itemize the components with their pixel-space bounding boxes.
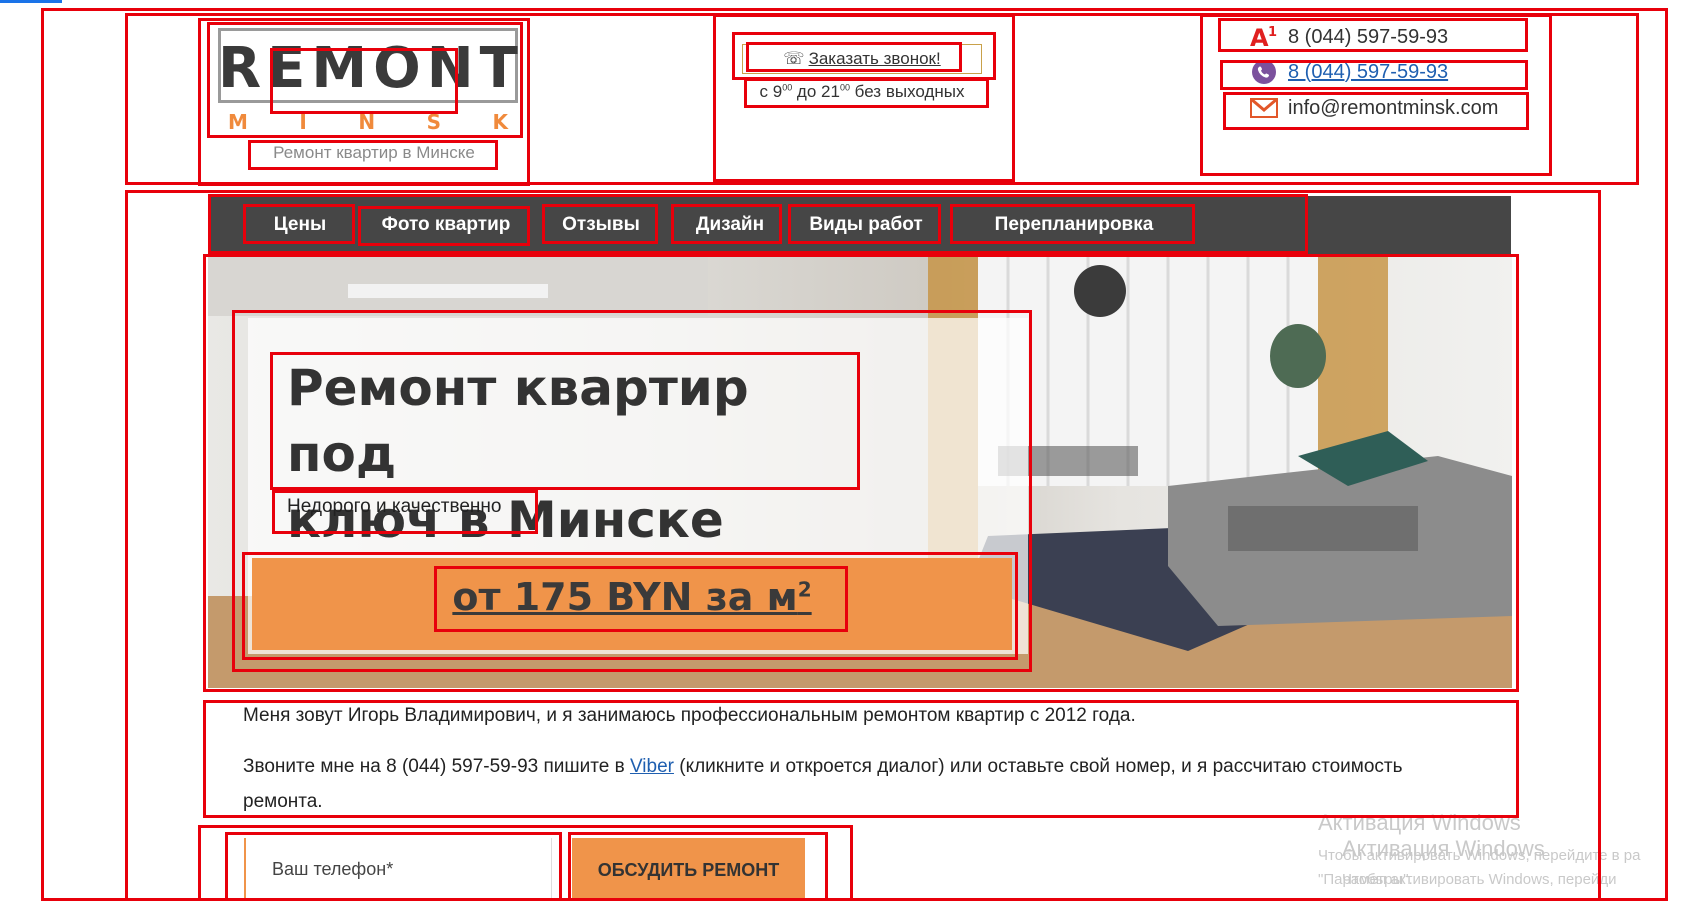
logo-city-letter: N [358,110,376,134]
site-tagline: Ремонт квартир в Минске [273,143,475,162]
nav-item-design[interactable]: Дизайн [675,196,785,254]
activation-watermark-title: Активация Windows [1318,810,1521,835]
contact-text: 8 (044) 597-59-93 [1288,25,1449,48]
contact-text: info@remontminsk.com [1288,96,1499,119]
browser-top-accent [0,0,62,3]
intro-paragraph-2: Звоните мне на 8 (044) 597-59-93 пишите … [243,749,1473,819]
activation-watermark-line: Чтобы активировать Windows, перейдите в … [1318,847,1641,864]
mail-icon [1250,94,1278,122]
discuss-repair-button[interactable]: ОБСУДИТЬ РЕМОНТ [572,838,805,900]
contact-phone-viber[interactable]: 8 (044) 597-59-93 [1250,57,1448,87]
hours-to: до 21 [792,82,840,101]
logo-word: REMONT [218,36,524,101]
nav-item-prices[interactable]: Цены [245,196,355,254]
activation-watermark-line: Чтобы активировать Windows, перейди [1342,871,1617,888]
nav-item-replanning[interactable]: Перепланировка [955,196,1193,254]
viber-link[interactable]: Viber [630,756,674,777]
contact-phone-a1: A1 8 (044) 597-59-93 [1250,22,1448,52]
contact-email: info@remontminsk.com [1250,93,1498,123]
intro-text: Звоните мне на 8 (044) 597-59-93 пишите … [243,756,630,777]
hero-title-line: Ремонт квартир под [287,359,749,483]
price-text: от 175 BYN за м [452,575,798,619]
logo-city-letter: M [228,110,248,134]
hours-from: с 9 [759,82,783,101]
hero-title: Ремонт квартир под ключ в Минске [287,355,867,553]
logo-city-letter: S [426,110,441,134]
price-link[interactable]: от 175 BYN за м2 [252,575,1012,619]
hero-subtitle: Недорого и качественно [287,496,502,517]
svg-text:A: A [1250,24,1269,50]
phone-ring-icon: ☏ [783,49,805,68]
phone-input[interactable] [244,838,552,900]
hours-from-sup: 00 [782,82,793,93]
nav-item-photos[interactable]: Фото квартир [362,196,530,254]
intro-paragraph-1: Меня зовут Игорь Владимирович, и я заним… [243,705,1136,726]
order-call-label: Заказать звонок! [808,49,941,68]
hours-to-sup: 00 [839,82,850,93]
a1-operator-icon: A1 [1250,23,1278,51]
logo-city: M I N S K [228,110,508,134]
viber-icon [1250,58,1278,86]
nav-item-reviews[interactable]: Отзывы [545,196,657,254]
working-hours: с 900 до 2100 без выходных [742,82,982,102]
nav-item-work-types[interactable]: Виды работ [792,196,940,254]
svg-text:1: 1 [1268,25,1277,40]
hours-suffix: без выходных [849,82,965,101]
viber-phone-link[interactable]: 8 (044) 597-59-93 [1288,61,1448,84]
site-logo[interactable]: REMONT M I N S K [218,28,518,138]
price-unit-sup: 2 [797,577,812,602]
logo-city-letter: I [299,110,307,134]
logo-city-letter: K [492,110,508,134]
order-call-link[interactable]: ☏ Заказать звонок! [742,44,982,74]
